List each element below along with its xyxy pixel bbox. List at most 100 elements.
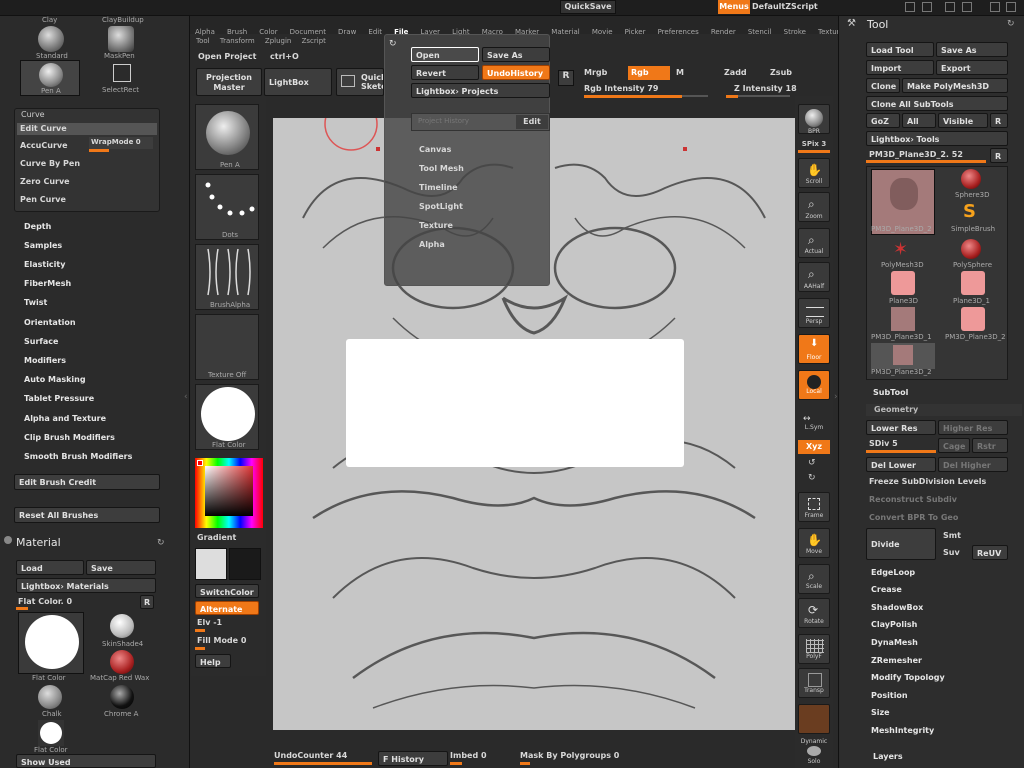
rgb-intensity-slider[interactable]: Rgb Intensity 79 [584,84,658,93]
menu-transform[interactable]: Transform [220,37,255,45]
tool-panel-handle-icon[interactable]: ⚒ [847,18,856,29]
projection-master-button[interactable]: Projection Master [196,68,262,96]
section-shadowbox[interactable]: ShadowBox [871,603,923,612]
stroke-thumb-dots[interactable]: Dots [195,174,259,240]
zero-curve-button[interactable]: Zero Curve [20,177,70,186]
lightbox-button[interactable]: LightBox [264,68,332,96]
project-history-edit-button[interactable]: Edit [516,115,548,129]
curve-title[interactable]: Curve [21,110,45,119]
main-color-swatch[interactable] [195,548,227,580]
alpha-thumb-brushalpha[interactable]: BrushAlpha [195,244,259,310]
pen-curve-button[interactable]: Pen Curve [20,195,66,204]
rotate-axis-icon[interactable]: ↺ [808,458,816,468]
secondary-color-swatch[interactable] [229,548,261,580]
clone-all-subtools-button[interactable]: Clone All SubTools [866,96,1008,111]
clone-button[interactable]: Clone [866,78,900,93]
tool-save-as-button[interactable]: Save As [936,42,1008,57]
make-polymesh3d-button[interactable]: Make PolyMesh3D [902,78,1008,93]
rstr-button[interactable]: Rstr [972,438,1008,453]
del-higher-button[interactable]: Del Higher [938,457,1008,472]
convert-bpr-button[interactable]: Convert BPR To Geo [869,513,958,522]
current-tool-slider[interactable]: PM3D_Plane3D_2. 52 [869,150,963,159]
rgb-button[interactable]: Rgb [628,66,670,80]
menu-zscript[interactable]: Zscript [302,37,326,45]
tool-thumb-pm3d-plane3d-2b[interactable] [961,307,985,331]
collapse-left-icon[interactable]: ‹ [184,392,188,402]
reconstruct-subdiv-button[interactable]: Reconstruct Subdiv [869,495,957,504]
section-clip-brush-modifiers[interactable]: Clip Brush Modifiers [24,433,115,442]
tool-thumb-plane3d[interactable] [891,271,915,295]
higher-res-button[interactable]: Higher Res [938,420,1008,435]
geometry-header[interactable]: Geometry [866,404,1022,416]
section-smooth-brush-modifiers[interactable]: Smooth Brush Modifiers [24,452,132,461]
alternate-button[interactable]: Alternate [195,601,259,615]
tool-refresh-icon[interactable]: ↻ [1007,19,1015,29]
help-button[interactable]: Help [195,654,231,668]
f-history-button[interactable]: F History [378,751,448,766]
section-depth[interactable]: Depth [24,222,51,231]
sdiv-slider[interactable]: SDiv 5 [869,439,898,448]
window-button-icon[interactable] [945,2,955,12]
section-edgeloop[interactable]: EdgeLoop [871,568,915,577]
window-button-icon[interactable] [922,2,932,12]
material-thumb-chalk[interactable] [38,685,62,709]
file-menu-refresh-icon[interactable]: ↻ [389,39,397,49]
tool-thumb-plane3d-1[interactable] [961,271,985,295]
window-button-icon[interactable] [990,2,1000,12]
brush-thumb-clay[interactable] [38,26,64,52]
section-auto-masking[interactable]: Auto Masking [24,375,86,384]
lower-res-button[interactable]: Lower Res [866,420,936,435]
r-button-toolbar[interactable]: R [558,70,574,86]
material-thumb-chrome-a[interactable] [110,685,134,709]
divide-button[interactable]: Divide [866,528,936,560]
export-button[interactable]: Export [936,60,1008,75]
freeze-subdivision-button[interactable]: Freeze SubDivision Levels [869,477,986,486]
section-size[interactable]: Size [871,708,890,717]
selectrect-icon[interactable] [113,64,131,82]
window-button-icon[interactable] [962,2,972,12]
material-r-button[interactable]: R [140,595,154,609]
reuv-button[interactable]: ReUV [972,545,1008,560]
menu-zplugin[interactable]: Zplugin [265,37,291,45]
file-submenu-timeline[interactable]: Timeline [419,183,458,192]
dynamic-button[interactable] [798,704,830,734]
section-fibermesh[interactable]: FiberMesh [24,279,71,288]
tool-thumb-polymesh3d[interactable]: ✶ [893,239,908,260]
lsym-icon[interactable]: ↔ [803,414,811,424]
material-load-button[interactable]: Load [16,560,84,575]
tool-thumb-simplebrush[interactable]: S [963,201,976,222]
suv-toggle[interactable]: Suv [943,548,960,557]
material-handle-icon[interactable] [4,536,12,544]
goz-all-button[interactable]: All [902,113,936,128]
gradient-label[interactable]: Gradient [197,533,236,542]
section-zremesher[interactable]: ZRemesher [871,656,922,665]
xyz-button[interactable]: Xyz [798,440,830,454]
crop-handle-icon[interactable] [376,147,380,151]
subtool-section[interactable]: SubTool [873,388,908,397]
menus-button[interactable]: Menus [718,0,750,14]
zadd-button[interactable]: Zadd [724,68,747,77]
goz-button[interactable]: GoZ [866,113,900,128]
edit-curve-button[interactable]: Edit Curve [17,123,157,135]
cage-button[interactable]: Cage [938,438,970,453]
section-meshintegrity[interactable]: MeshIntegrity [871,726,934,735]
color-picker-square[interactable] [205,466,253,516]
file-submenu-tool-mesh[interactable]: Tool Mesh [419,164,464,173]
section-claypolish[interactable]: ClayPolish [871,620,917,629]
import-button[interactable]: Import [866,60,934,75]
material-thumb-skinshade4[interactable] [110,614,134,638]
quicksave-button[interactable]: QuickSave [560,0,616,14]
color-picker[interactable] [195,458,263,528]
section-crease[interactable]: Crease [871,585,902,594]
section-alpha-and-texture[interactable]: Alpha and Texture [24,414,106,423]
project-history-field[interactable]: Project History Edit [411,113,550,131]
elv-slider[interactable]: Elv -1 [197,618,222,627]
solo-icon[interactable] [807,746,821,756]
tool-thumb-sphere3d[interactable] [961,169,981,189]
section-modifiers[interactable]: Modifiers [24,356,66,365]
goz-r-button[interactable]: R [990,113,1008,128]
crop-handle-icon[interactable] [683,147,687,151]
file-submenu-spotlight[interactable]: SpotLight [419,202,463,211]
section-elasticity[interactable]: Elasticity [24,260,65,269]
menu-tool[interactable]: Tool [196,37,210,45]
